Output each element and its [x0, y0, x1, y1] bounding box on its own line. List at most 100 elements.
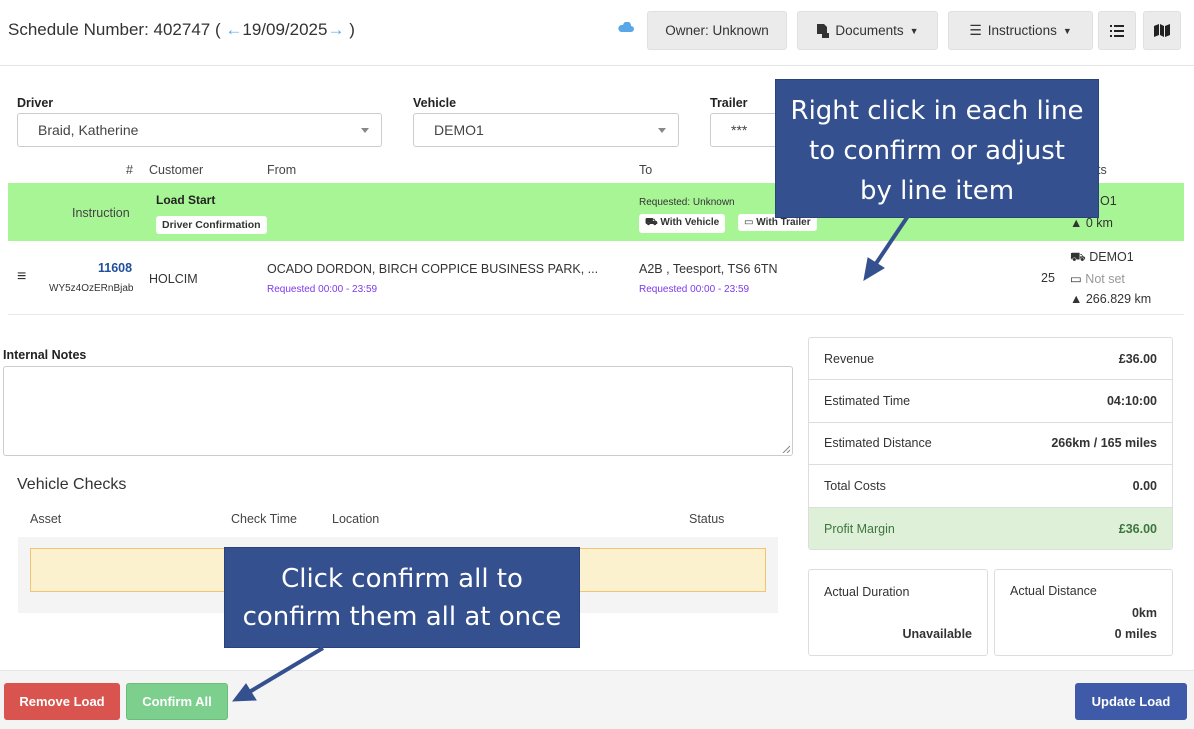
actual-duration-label: Actual Duration — [824, 585, 910, 599]
resize-handle-icon[interactable] — [782, 445, 790, 453]
actual-distance-miles: 0 miles — [1114, 627, 1157, 641]
load-number-link[interactable]: 11608 — [98, 261, 132, 275]
load-start-title: Load Start — [156, 193, 216, 207]
document-icon — [817, 23, 830, 38]
driver-confirmation-badge: Driver Confirmation — [156, 216, 267, 234]
road-icon: ▲ — [1070, 292, 1086, 306]
load-from: OCADO DORDON, BIRCH COPPICE BUSINESS PAR… — [267, 262, 599, 276]
confirm-all-callout-line2: confirm them all at once — [242, 602, 562, 632]
owner-button[interactable]: Owner: Unknown — [647, 11, 787, 50]
remove-load-button[interactable]: Remove Load — [4, 683, 120, 720]
driver-select[interactable]: Braid, Katherine — [17, 113, 382, 147]
col-from-header: From — [267, 163, 297, 177]
total-costs-label: Total Costs — [824, 478, 886, 493]
from-requested-window: Requested 00:00 - 23:59 — [267, 284, 378, 295]
vehicle-select[interactable]: DEMO1 — [413, 113, 679, 147]
page-header: Schedule Number: 402747 ( ←19/09/2025→ )… — [0, 0, 1194, 66]
confirm-all-callout: Click confirm all to confirm them all at… — [224, 547, 580, 648]
prev-date-arrow[interactable]: ← — [225, 20, 242, 39]
profit-margin-value: £36.00 — [1118, 521, 1157, 536]
vehicle-label: Vehicle — [413, 96, 457, 110]
estimated-time-row: Estimated Time 04:10:00 — [809, 380, 1172, 423]
truck-icon: ⛟ — [645, 217, 661, 228]
load-ref: WY5z4OzERnBjab — [49, 283, 134, 294]
start-distance: ▲ 0 km — [1070, 216, 1113, 230]
profit-margin-label: Profit Margin — [824, 521, 895, 536]
driver-label: Driver — [17, 96, 54, 110]
actual-duration-box: Actual Duration Unavailable — [808, 569, 988, 656]
profit-margin-row: Profit Margin £36.00 — [809, 507, 1172, 549]
load-to: A2B , Teesport, TS6 6TN — [639, 262, 778, 276]
with-trailer-text: With Trailer — [756, 217, 811, 228]
documents-label: Documents — [835, 23, 904, 38]
right-click-callout: Right click in each line to confirm or a… — [775, 79, 1099, 218]
start-vehicle: O1 — [1100, 194, 1117, 208]
road-icon: ▲ — [1070, 216, 1086, 230]
estimated-time-label: Estimated Time — [824, 394, 911, 409]
internal-notes-label: Internal Notes — [3, 348, 87, 362]
item-trailer-value: Not set — [1085, 272, 1125, 286]
trailer-icon: ▭ — [1070, 272, 1086, 286]
summary-table: Revenue £36.00 Estimated Time 04:10:00 Est… — [808, 337, 1173, 550]
caret-down-icon: ▼ — [1062, 25, 1072, 36]
right-click-callout-line3: by line item — [859, 176, 1015, 206]
item-vehicle-value: DEMO1 — [1089, 250, 1134, 264]
instructions-label: Instructions — [987, 23, 1057, 38]
owner-label: Owner: Unknown — [665, 23, 769, 38]
driver-value: Braid, Katherine — [38, 122, 139, 138]
vc-asset-header: Asset — [30, 512, 62, 526]
documents-button[interactable]: Documents ▼ — [797, 11, 938, 50]
vc-check-time-header: Check Time — [231, 512, 297, 526]
estimated-distance-value: 266km / 165 miles — [1051, 436, 1157, 451]
chevron-down-icon — [361, 128, 369, 133]
total-costs-value: 0.00 — [1132, 478, 1157, 493]
page-footer: Remove Load Confirm All Update Load — [0, 670, 1194, 729]
revenue-value: £36.00 — [1118, 351, 1157, 366]
estimated-time-value: 04:10:00 — [1106, 394, 1157, 409]
revenue-row: Revenue £36.00 — [809, 338, 1172, 381]
row-type: Instruction — [72, 206, 130, 220]
item-vehicle: ⛟ DEMO1 — [1070, 250, 1134, 266]
load-item-row[interactable]: ≡ 11608 WY5z4OzERnBjab HOLCIM OCADO DORD… — [8, 241, 1184, 315]
col-to-header: To — [639, 163, 653, 177]
revenue-label: Revenue — [824, 351, 875, 366]
caret-down-icon: ▼ — [909, 25, 919, 36]
with-vehicle-badge: ⛟ With Vehicle — [639, 214, 726, 233]
list-view-icon — [1110, 24, 1124, 37]
col-customer-header: Customer — [149, 163, 204, 177]
next-date-arrow[interactable]: → — [327, 20, 344, 39]
load-quantity: 25 — [1041, 271, 1055, 285]
actual-distance-label: Actual Distance — [1010, 584, 1097, 598]
trailer-value: *** — [731, 122, 748, 138]
row-menu-icon[interactable]: ≡ — [17, 268, 26, 286]
list-icon: ☰ — [969, 22, 982, 38]
item-trailer: ▭ Not set — [1070, 271, 1125, 286]
item-distance-value: 266.829 km — [1085, 292, 1152, 306]
actual-duration-value: Unavailable — [902, 627, 972, 641]
map-icon — [1154, 24, 1170, 37]
schedule-title: Schedule Number: 402747 ( ←19/09/2025→ ) — [8, 20, 355, 40]
trailer-icon: ▭ — [744, 217, 757, 228]
vc-location-header: Location — [332, 512, 380, 526]
with-vehicle-text: With Vehicle — [660, 217, 720, 228]
col-number-header: # — [126, 163, 133, 177]
list-view-button[interactable] — [1098, 11, 1136, 50]
right-click-callout-line2: to confirm or adjust — [809, 136, 1065, 166]
update-load-button[interactable]: Update Load — [1075, 683, 1187, 720]
confirm-all-button[interactable]: Confirm All — [126, 683, 228, 720]
cloud-icon — [618, 22, 634, 32]
right-click-callout-line1: Right click in each line — [790, 96, 1084, 126]
instructions-button[interactable]: ☰ Instructions ▼ — [948, 11, 1093, 50]
to-requested-window: Requested 00:00 - 23:59 — [639, 284, 750, 295]
actual-distance-km: 0km — [1131, 606, 1157, 620]
actual-distance-box: Actual Distance 0km 0 miles — [994, 569, 1173, 656]
requested-unknown: Requested: Unknown — [639, 197, 735, 208]
internal-notes-textarea[interactable] — [3, 366, 793, 456]
vehicle-value: DEMO1 — [434, 122, 484, 138]
estimated-distance-label: Estimated Distance — [824, 436, 932, 451]
trailer-label: Trailer — [710, 96, 748, 110]
confirm-all-callout-line1: Click confirm all to — [281, 564, 523, 594]
total-costs-row: Total Costs 0.00 — [809, 465, 1172, 508]
map-view-button[interactable] — [1143, 11, 1181, 50]
estimated-distance-row: Estimated Distance 266km / 165 miles — [809, 423, 1172, 466]
